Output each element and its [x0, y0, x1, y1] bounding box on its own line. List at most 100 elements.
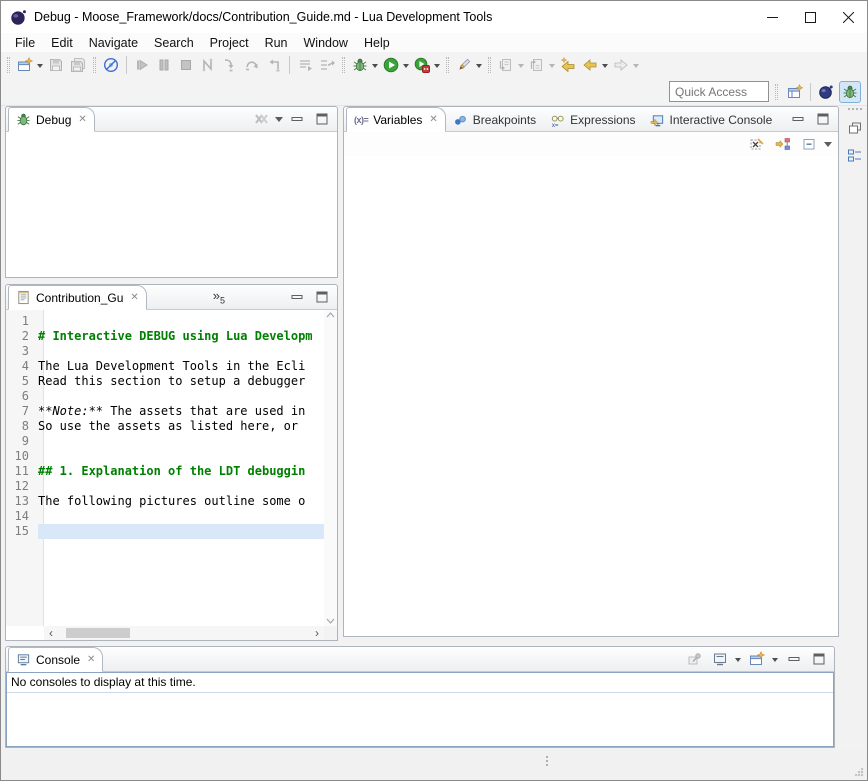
last-edit-location-button[interactable] [557, 54, 579, 76]
menu-navigate[interactable]: Navigate [81, 34, 146, 52]
save-button[interactable] [45, 54, 67, 76]
strip-drag-handle[interactable] [848, 108, 862, 110]
back-button[interactable] [579, 54, 601, 76]
external-tools-button[interactable] [453, 54, 475, 76]
previous-annotation-button[interactable] [526, 54, 548, 76]
step-over-button[interactable] [241, 54, 263, 76]
tab-editor-close-icon[interactable]: ✕ [130, 292, 138, 303]
toolbar-group-handle[interactable] [342, 57, 345, 73]
tab-expressions[interactable]: x= Expressions [543, 109, 642, 131]
step-return-button[interactable] [263, 54, 285, 76]
menu-run[interactable]: Run [257, 34, 296, 52]
editor-vertical-scrollbar[interactable] [324, 310, 337, 626]
run-coverage-dropdown[interactable] [434, 64, 440, 71]
save-all-button[interactable] [67, 54, 89, 76]
window-maximize-button[interactable] [791, 1, 829, 33]
debug-dropdown[interactable] [372, 64, 378, 71]
toolbar-drag-handle[interactable] [7, 57, 10, 73]
tab-variables[interactable]: (x)= Variables ✕ [346, 107, 446, 132]
menu-file[interactable]: File [7, 34, 43, 52]
previous-annotation-dropdown[interactable] [549, 64, 555, 71]
window-minimize-button[interactable] [753, 1, 791, 33]
display-selected-console-button[interactable] [709, 648, 731, 670]
console-content[interactable]: No consoles to display at this time. [6, 672, 834, 747]
show-logical-structure-button[interactable] [772, 133, 794, 155]
variables-content[interactable] [344, 156, 838, 636]
display-console-dropdown[interactable] [735, 658, 741, 665]
debug-perspective-button[interactable] [839, 81, 861, 103]
variables-minimize-button[interactable] [787, 108, 809, 130]
debug-button[interactable] [349, 54, 371, 76]
scroll-up-icon[interactable] [326, 312, 335, 318]
app-icon[interactable] [10, 9, 27, 26]
collapse-all-button[interactable] [798, 133, 820, 155]
tab-console-close-icon[interactable]: ✕ [87, 654, 95, 665]
run-coverage-button[interactable] [411, 54, 433, 76]
window-resize-grip[interactable] [854, 767, 864, 777]
external-tools-dropdown[interactable] [476, 64, 482, 71]
debug-view-content[interactable] [6, 132, 337, 277]
use-step-filters-button[interactable] [316, 54, 338, 76]
menu-help[interactable]: Help [356, 34, 398, 52]
menu-edit[interactable]: Edit [43, 34, 81, 52]
variables-view-menu-icon[interactable] [824, 142, 832, 151]
scrollbar-track[interactable] [58, 626, 310, 640]
next-annotation-button[interactable] [495, 54, 517, 76]
resume-button[interactable] [131, 54, 153, 76]
perspective-bar-handle[interactable] [775, 84, 778, 100]
menu-window[interactable]: Window [296, 34, 356, 52]
editor-maximize-button[interactable] [311, 286, 333, 308]
run-dropdown[interactable] [403, 64, 409, 71]
scrollbar-thumb[interactable] [66, 628, 130, 638]
debug-view-maximize-button[interactable] [311, 108, 333, 130]
back-dropdown[interactable] [602, 64, 608, 71]
step-into-button[interactable] [219, 54, 241, 76]
title-bar[interactable]: Debug - Moose_Framework/docs/Contributio… [1, 1, 867, 33]
restore-views-button[interactable] [844, 118, 866, 138]
tab-breakpoints[interactable]: Breakpoints [446, 109, 543, 131]
status-sash-handle[interactable] [546, 756, 548, 766]
editor-body[interactable]: 1 2# Interactive DEBUG using Lua Develop… [6, 310, 337, 640]
open-console-button[interactable] [746, 648, 768, 670]
tab-debug-close-icon[interactable]: ✕ [78, 114, 86, 125]
forward-dropdown[interactable] [633, 64, 639, 71]
toolbar-group-handle[interactable] [488, 57, 491, 73]
console-maximize-button[interactable] [808, 648, 830, 670]
hidden-editors-chevron[interactable]: »5 [213, 288, 225, 306]
open-perspective-button[interactable] [784, 81, 806, 103]
debug-view-minimize-button[interactable] [286, 108, 308, 130]
scroll-down-icon[interactable] [326, 618, 335, 624]
new-wizard-dropdown[interactable] [37, 64, 43, 71]
outline-view-button[interactable] [844, 146, 866, 166]
toolbar-group-handle[interactable] [446, 57, 449, 73]
tab-console[interactable]: Console ✕ [8, 647, 103, 672]
terminate-button[interactable] [175, 54, 197, 76]
editor-horizontal-scrollbar[interactable]: ‹ › [44, 626, 324, 640]
tab-interactive-console[interactable]: Interactive Console [643, 109, 780, 131]
quick-access-input[interactable] [669, 81, 769, 102]
toolbar-group-handle[interactable] [93, 57, 96, 73]
new-wizard-button[interactable] [14, 54, 36, 76]
next-annotation-dropdown[interactable] [518, 64, 524, 71]
variables-maximize-button[interactable] [812, 108, 834, 130]
forward-button[interactable] [610, 54, 632, 76]
open-console-dropdown[interactable] [772, 658, 778, 665]
tab-editor-contribution-guide[interactable]: Contribution_Gu ✕ [8, 285, 147, 310]
suspend-button[interactable] [153, 54, 175, 76]
run-button[interactable] [380, 54, 402, 76]
drop-to-frame-button[interactable] [294, 54, 316, 76]
tab-variables-close-icon[interactable]: ✕ [429, 114, 437, 125]
scroll-right-icon[interactable]: › [310, 626, 324, 640]
tab-debug[interactable]: Debug ✕ [8, 107, 95, 132]
editor-text-area[interactable]: 1 2# Interactive DEBUG using Lua Develop… [6, 314, 324, 539]
disconnect-button[interactable] [197, 54, 219, 76]
lua-perspective-button[interactable] [815, 81, 837, 103]
remove-all-terminated-button[interactable] [250, 108, 272, 130]
pin-console-button[interactable] [684, 648, 706, 670]
editor-minimize-button[interactable] [286, 286, 308, 308]
window-close-button[interactable] [829, 1, 867, 33]
debug-view-menu-icon[interactable] [275, 117, 283, 126]
menu-search[interactable]: Search [146, 34, 202, 52]
skip-all-breakpoints-button[interactable] [100, 54, 122, 76]
scroll-left-icon[interactable]: ‹ [44, 626, 58, 640]
